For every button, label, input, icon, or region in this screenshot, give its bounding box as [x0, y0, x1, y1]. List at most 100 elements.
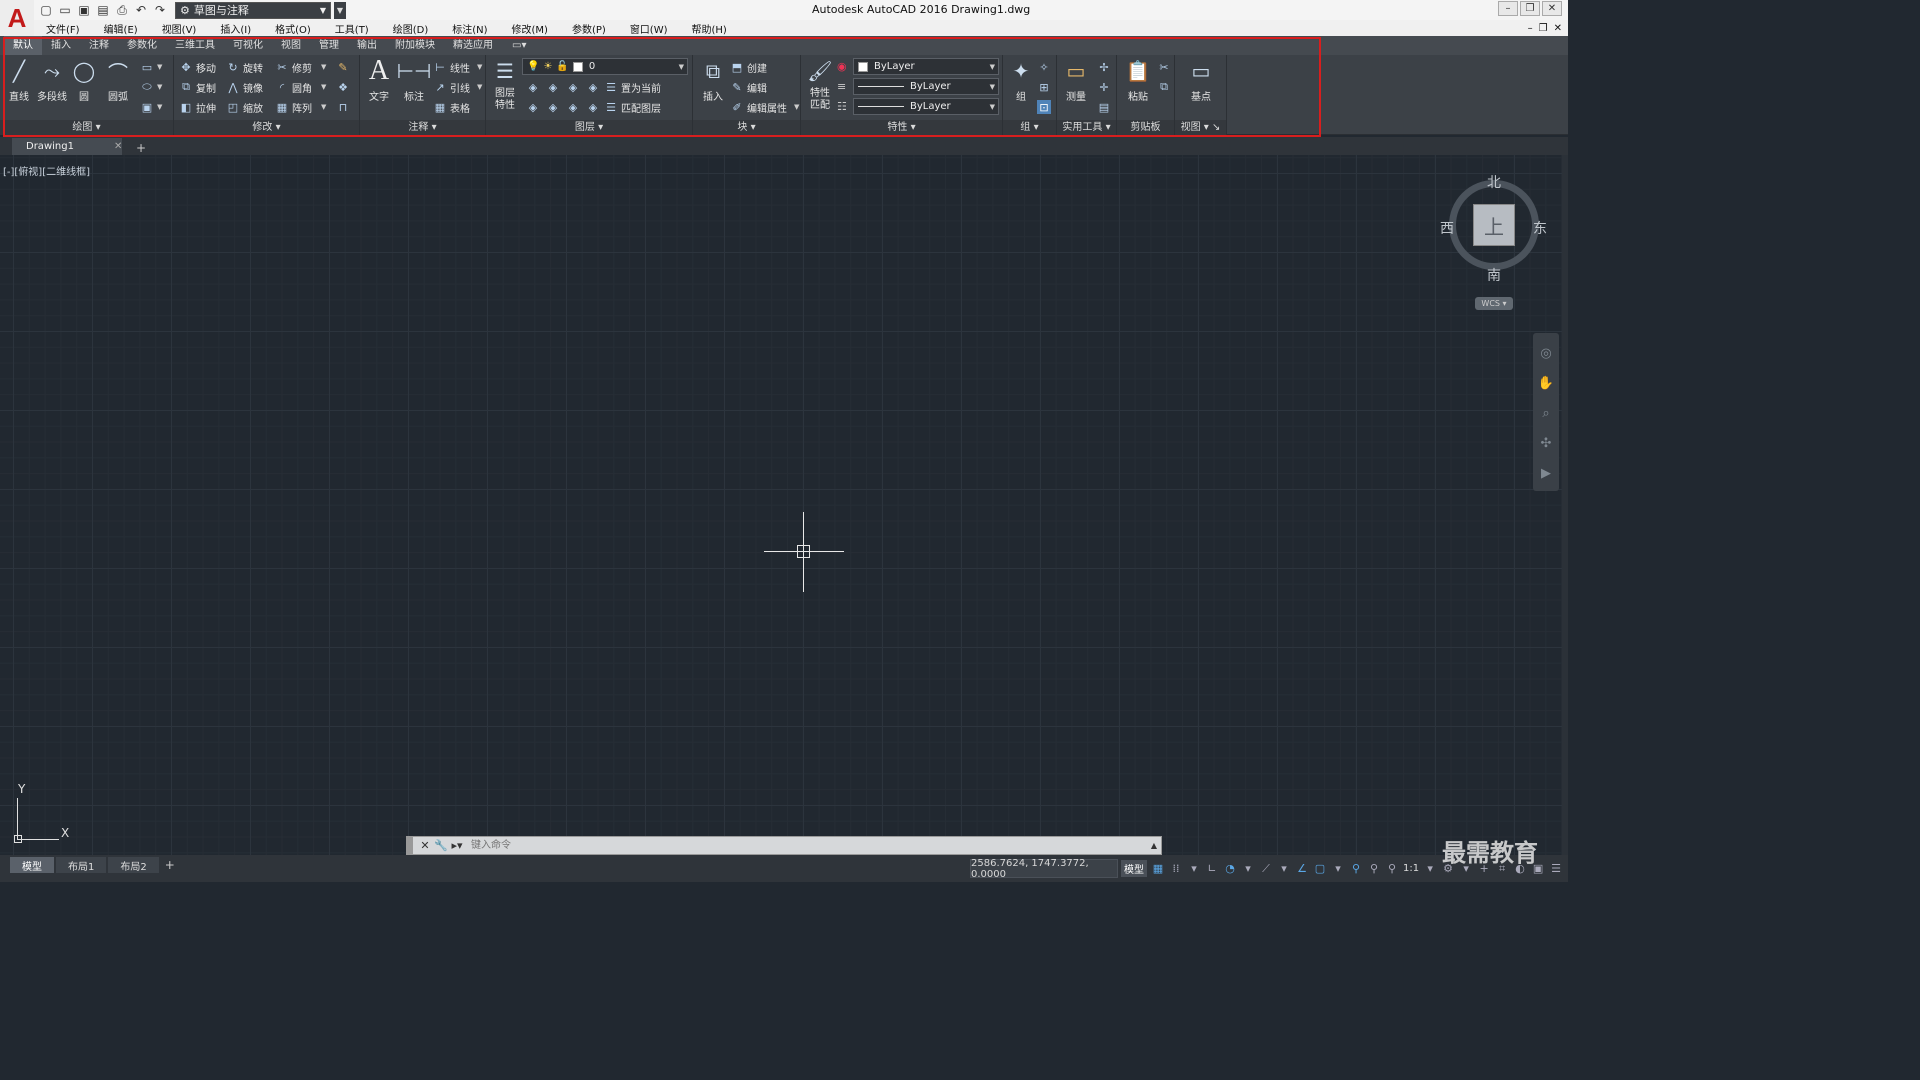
- save-as-icon[interactable]: ▤: [95, 2, 111, 18]
- panel-utilities-title[interactable]: 实用工具 ▾: [1057, 120, 1116, 135]
- panel-layers-title[interactable]: 图层 ▾: [486, 120, 692, 135]
- create-block-tool[interactable]: ⬒ 创建: [730, 58, 767, 76]
- stretch-tool[interactable]: ◧ 拉伸: [179, 98, 216, 116]
- command-input[interactable]: [465, 837, 1147, 854]
- zoom-extents-icon[interactable]: ⌕: [1538, 405, 1554, 421]
- coordinate-readout[interactable]: 2586.7624, 1747.3772, 0.0000: [970, 858, 1118, 880]
- object-snap-tracking-icon[interactable]: ∠: [1295, 862, 1309, 876]
- color-dropdown[interactable]: ByLayer ▼: [853, 58, 999, 75]
- open-file-icon[interactable]: ▭: [57, 2, 73, 18]
- compass-north[interactable]: 北: [1487, 172, 1501, 192]
- hatch-tool[interactable]: ⬭ ▼: [140, 78, 162, 96]
- menu-dimension[interactable]: 标注(N): [440, 21, 499, 36]
- menu-format[interactable]: 格式(O): [263, 21, 323, 36]
- set-current-tool[interactable]: ☰ 置为当前: [604, 78, 661, 96]
- circle-tool[interactable]: ◯ 圆: [67, 57, 101, 113]
- tab-model[interactable]: 模型: [10, 857, 54, 873]
- mirror-tool[interactable]: ⋀ 镜像: [226, 78, 263, 96]
- undo-icon[interactable]: ↶: [133, 2, 149, 18]
- workspace-switcher[interactable]: ⚙ 草图与注释 ▼: [175, 1, 331, 19]
- tab-insert[interactable]: 插入: [42, 36, 80, 55]
- new-file-icon[interactable]: ▢: [38, 2, 54, 18]
- doc-restore-icon[interactable]: ❐: [1539, 23, 1548, 34]
- polar-tracking-icon[interactable]: ◔: [1223, 862, 1237, 876]
- annotation-scale-value[interactable]: 1:1: [1403, 863, 1419, 874]
- group-select-tool[interactable]: ⊡: [1037, 98, 1051, 116]
- vertical-scrollbar[interactable]: [1562, 155, 1568, 855]
- measure-tool[interactable]: ▭ 测量: [1059, 57, 1093, 113]
- orbit-icon[interactable]: ✣: [1538, 435, 1554, 451]
- panel-view-title[interactable]: 视图 ▾ ↘: [1175, 120, 1226, 135]
- file-tab-drawing1[interactable]: Drawing1 ✕: [12, 138, 122, 155]
- array-tool[interactable]: ▦ 阵列 ▼: [275, 98, 327, 116]
- tab-annotate[interactable]: 注释: [80, 36, 118, 55]
- menu-window[interactable]: 窗口(W): [618, 21, 680, 36]
- recent-commands-icon[interactable]: ▸▾: [449, 838, 465, 854]
- leader-tool[interactable]: ↗ 引线 ▼: [433, 78, 482, 96]
- edit-block-tool[interactable]: ✎ 编辑: [730, 78, 767, 96]
- copy-tool[interactable]: ⧉ 复制: [179, 78, 216, 96]
- copy-clip-tool[interactable]: ⧉: [1157, 78, 1171, 96]
- chevron-down-icon[interactable]: ▾: [1187, 862, 1201, 876]
- panel-properties-title[interactable]: 特性 ▾: [801, 120, 1002, 135]
- point-tool[interactable]: ✛: [1097, 78, 1111, 96]
- wrench-icon[interactable]: 🔧: [433, 838, 449, 854]
- tab-layout1[interactable]: 布局1: [56, 857, 107, 873]
- rotate-tool[interactable]: ↻ 旋转: [226, 58, 263, 76]
- id-point-tool[interactable]: ✢: [1097, 58, 1111, 76]
- ortho-icon[interactable]: ∟: [1205, 862, 1219, 876]
- insert-block-tool[interactable]: ⧉ 插入: [696, 57, 730, 113]
- chevron-down-icon[interactable]: ▾: [1423, 862, 1437, 876]
- print-icon[interactable]: ⎙: [114, 2, 130, 18]
- arc-tool[interactable]: ⌒ 圆弧: [101, 57, 135, 113]
- chevron-down-icon[interactable]: ▾: [1331, 862, 1345, 876]
- menu-parametric[interactable]: 参数(P): [560, 21, 618, 36]
- panel-groups-title[interactable]: 组 ▾: [1003, 120, 1056, 135]
- isodraft-icon[interactable]: ⟋: [1259, 862, 1273, 876]
- doc-close-icon[interactable]: ✕: [1554, 23, 1562, 34]
- customize-toolbar-icon[interactable]: ▼: [334, 1, 346, 19]
- showmotion-icon[interactable]: ▶: [1538, 465, 1554, 481]
- grid-icon[interactable]: ▦: [1151, 862, 1165, 876]
- linear-dim-tool[interactable]: ⊢ 线性 ▼: [433, 58, 482, 76]
- layer-lock-tool[interactable]: ◈: [586, 78, 600, 96]
- customization-menu-icon[interactable]: ☰: [1549, 862, 1563, 876]
- line-tool[interactable]: ╱ 直线: [2, 57, 36, 113]
- drawing-area[interactable]: [0, 155, 1562, 855]
- redo-icon[interactable]: ↷: [152, 2, 168, 18]
- tab-parametric[interactable]: 参数化: [118, 36, 166, 55]
- snap-icon[interactable]: ⁞⁞: [1169, 862, 1183, 876]
- chevron-up-icon[interactable]: ▲: [1147, 841, 1161, 850]
- chevron-down-icon[interactable]: ▾: [1277, 862, 1291, 876]
- group-edit-tool[interactable]: ⊞: [1037, 78, 1051, 96]
- command-line-grip[interactable]: [407, 837, 413, 854]
- layer-unlock-tool[interactable]: ◈: [586, 98, 600, 116]
- tab-visualize[interactable]: 可视化: [224, 36, 272, 55]
- layer-thaw-tool[interactable]: ◈: [566, 98, 580, 116]
- layer-properties-tool[interactable]: ☰ 图层 特性: [488, 57, 522, 113]
- group-tool[interactable]: ✦ 组: [1004, 57, 1038, 113]
- lineweight-dropdown[interactable]: ByLayer ▼: [853, 98, 999, 115]
- menu-view[interactable]: 视图(V): [150, 21, 209, 36]
- calculator-tool[interactable]: ▤: [1097, 98, 1111, 116]
- tab-addins[interactable]: 附加模块: [386, 36, 444, 55]
- tab-layout2[interactable]: 布局2: [108, 857, 159, 873]
- menu-modify[interactable]: 修改(M): [500, 21, 560, 36]
- compass-east[interactable]: 东: [1533, 218, 1547, 238]
- auto-scale-icon[interactable]: ⚲: [1367, 862, 1381, 876]
- text-tool[interactable]: A 文字: [362, 55, 396, 113]
- maximize-button[interactable]: ❐: [1520, 1, 1540, 16]
- menu-tools[interactable]: 工具(T): [323, 21, 381, 36]
- annotation-visibility-icon[interactable]: ⚲: [1349, 862, 1363, 876]
- boundary-tool[interactable]: ▣ ▼: [140, 98, 163, 116]
- close-icon[interactable]: ✕: [417, 838, 433, 854]
- linetype-dropdown[interactable]: ByLayer ▼: [853, 78, 999, 95]
- tab-featured-apps[interactable]: 精选应用: [444, 36, 502, 55]
- polyline-tool[interactable]: ⤳ 多段线: [35, 57, 69, 113]
- chevron-down-icon[interactable]: ▾: [1241, 862, 1255, 876]
- new-tab-button[interactable]: +: [132, 140, 150, 155]
- paste-tool[interactable]: 📋 粘贴: [1121, 57, 1155, 113]
- menu-help[interactable]: 帮助(H): [680, 21, 739, 36]
- application-menu-button[interactable]: A: [0, 0, 34, 36]
- tab-view[interactable]: 视图: [272, 36, 310, 55]
